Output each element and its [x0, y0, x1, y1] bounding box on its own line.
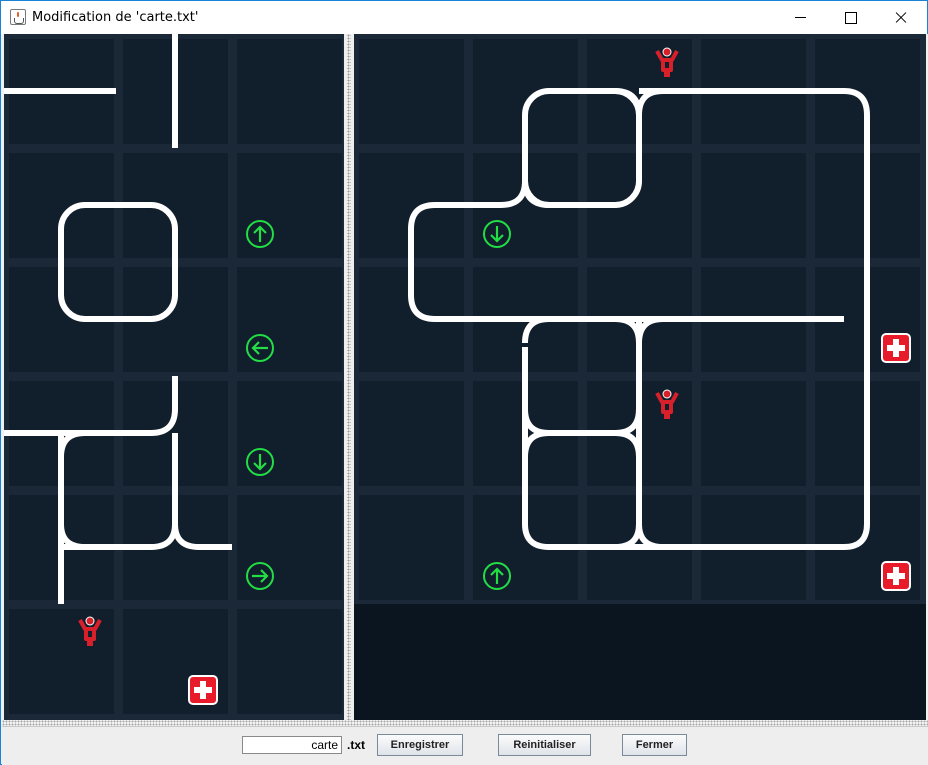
- reset-button[interactable]: Reinitialiser: [498, 734, 591, 756]
- save-button[interactable]: Enregistrer: [377, 734, 463, 756]
- map-pane-left[interactable]: [4, 34, 344, 720]
- map-canvas-right[interactable]: [354, 34, 926, 720]
- hospital-cross-icon: [881, 333, 911, 363]
- hospital-cross-icon: [188, 675, 218, 705]
- java-app-icon: [10, 9, 26, 25]
- title-bar[interactable]: Modification de 'carte.txt': [1, 1, 927, 34]
- filename-input[interactable]: [242, 736, 342, 754]
- minimize-button[interactable]: [777, 1, 823, 34]
- maximize-button[interactable]: [827, 1, 873, 34]
- action-bar: .txt Enregistrer Reinitialiser Fermer: [2, 726, 928, 765]
- map-pane-right[interactable]: [354, 34, 926, 720]
- hospital-cross-icon: [881, 561, 911, 591]
- window-title: Modification de 'carte.txt': [32, 10, 199, 25]
- file-extension-label: .txt: [347, 738, 365, 752]
- map-canvas-left[interactable]: [4, 34, 344, 720]
- editor-content: .txt Enregistrer Reinitialiser Fermer: [2, 34, 928, 765]
- split-pane-divider[interactable]: [344, 34, 354, 720]
- app-window: Modification de 'carte.txt' carte .txt E…: [0, 0, 928, 765]
- close-button[interactable]: Fermer: [622, 734, 687, 756]
- close-window-button[interactable]: [877, 1, 923, 34]
